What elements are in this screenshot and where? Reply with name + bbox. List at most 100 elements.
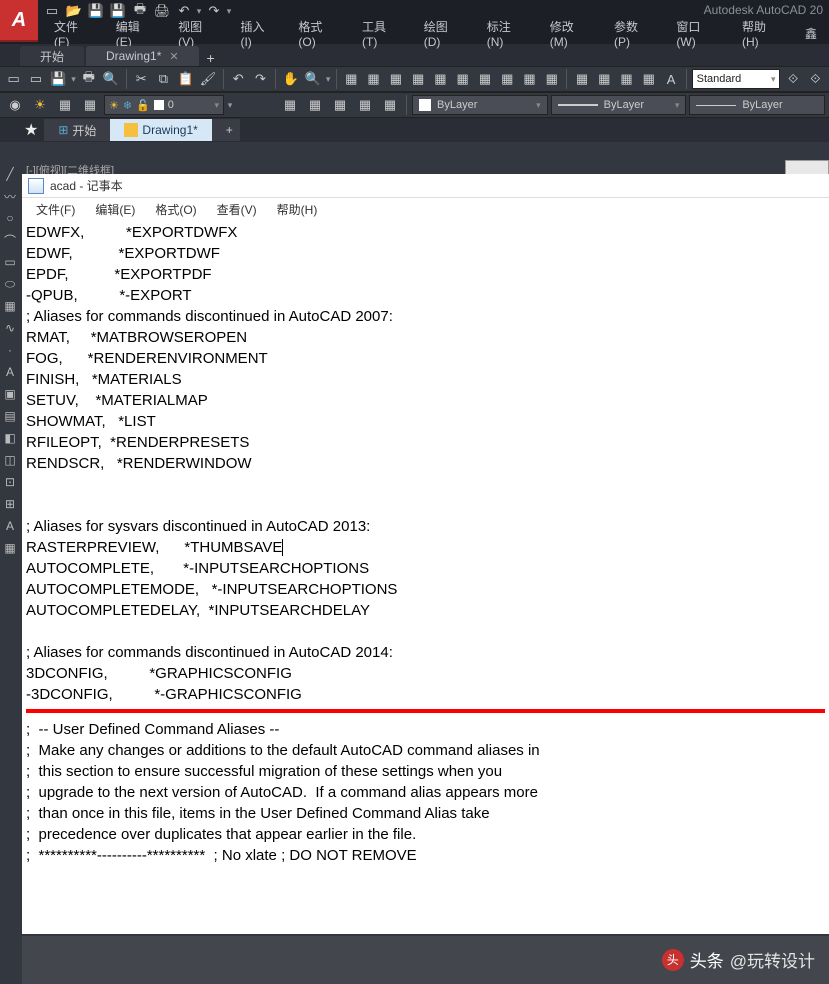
np-menu-format[interactable]: 格式(O) [145, 199, 206, 220]
text-line: AUTOCOMPLETE, *-INPUTSEARCHOPTIONS [26, 560, 369, 577]
zoom-dropdown[interactable]: ▾ [326, 68, 331, 90]
redo2-icon[interactable]: ↷ [251, 68, 270, 90]
tool15-icon[interactable]: A [661, 68, 680, 90]
menu-format[interactable]: 格式(O) [286, 16, 350, 51]
tool10-icon[interactable]: ▦ [542, 68, 561, 90]
tool15-icon[interactable]: ⊡ [0, 472, 20, 492]
tool16-icon[interactable]: ⊞ [0, 494, 20, 514]
np-menu-help[interactable]: 帮助(H) [267, 199, 328, 220]
menu-extra[interactable]: 鑫 [793, 23, 829, 44]
layer-tool1-icon[interactable]: ◉ [4, 94, 26, 116]
tool-end2-icon[interactable]: ⟐ [806, 68, 825, 90]
app-logo[interactable]: A [0, 0, 38, 42]
open-file-icon[interactable]: ▭ [26, 68, 45, 90]
bylayer-label: ByLayer [604, 99, 644, 111]
undo2-icon[interactable]: ↶ [229, 68, 248, 90]
tool7-icon[interactable]: ▦ [475, 68, 494, 90]
subtab-add[interactable]: + [212, 119, 240, 141]
copy-icon[interactable]: ⧉ [154, 68, 173, 90]
subtab-home-label: 开始 [72, 122, 96, 139]
text-tool-icon[interactable]: A [0, 362, 20, 382]
notepad-titlebar[interactable]: acad - 记事本 [22, 174, 829, 198]
tab-drawing1[interactable]: Drawing1*✕ [86, 46, 199, 66]
paste-icon[interactable]: 📋 [176, 68, 195, 90]
tool17-icon[interactable]: A [0, 516, 20, 536]
freeze-icon: ❄ [123, 99, 132, 112]
subtab-home[interactable]: ⊞开始 [44, 119, 110, 141]
line-tool-icon[interactable]: ╱ [0, 164, 20, 184]
layer-tool4-icon[interactable]: ▦ [79, 94, 101, 116]
menu-dimension[interactable]: 标注(N) [475, 16, 538, 51]
ltool1-icon[interactable]: ▦ [279, 94, 301, 116]
text-line: ; this section to ensure successful migr… [26, 763, 502, 780]
preview-icon[interactable]: 🔍 [101, 68, 120, 90]
layer-tool2-icon[interactable]: ☀ [29, 94, 51, 116]
text-line: RMAT, *MATBROWSEROPEN [26, 329, 247, 346]
pan-icon[interactable]: ✋ [281, 68, 300, 90]
linetype-bylayer-combo[interactable]: ByLayer▾ [551, 95, 687, 115]
hatch-tool-icon[interactable]: ▦ [0, 296, 20, 316]
text-line: -QPUB, *-EXPORT [26, 287, 192, 304]
new-file-icon[interactable]: ▭ [4, 68, 23, 90]
text-line-caret: RASTERPREVIEW, *THUMBSAVE [26, 539, 283, 556]
menu-help[interactable]: 帮助(H) [730, 16, 793, 51]
menu-window[interactable]: 窗口(W) [664, 16, 730, 51]
layer-combo[interactable]: ☀ ❄ 🔓 0 ▾ [104, 95, 224, 115]
star-icon[interactable]: ★ [24, 120, 38, 140]
block-tool-icon[interactable]: ▣ [0, 384, 20, 404]
layer-dropdown[interactable]: ▾ [227, 94, 233, 116]
region-tool-icon[interactable]: ◧ [0, 428, 20, 448]
print-button-icon[interactable]: 🖶 [79, 68, 98, 90]
tool8-icon[interactable]: ▦ [498, 68, 517, 90]
menu-modify[interactable]: 修改(M) [538, 16, 602, 51]
menu-insert[interactable]: 插入(I) [228, 16, 286, 51]
tool13-icon[interactable]: ▦ [617, 68, 636, 90]
tool14-icon[interactable]: ◫ [0, 450, 20, 470]
layer-tool3-icon[interactable]: ▦ [54, 94, 76, 116]
tool4-icon[interactable]: ▦ [409, 68, 428, 90]
tool9-icon[interactable]: ▦ [520, 68, 539, 90]
tool-end1-icon[interactable]: ⟐ [783, 68, 802, 90]
np-menu-edit[interactable]: 编辑(E) [85, 199, 145, 220]
tool11-icon[interactable]: ▦ [572, 68, 591, 90]
close-icon[interactable]: ✕ [169, 50, 178, 63]
tool5-icon[interactable]: ▦ [431, 68, 450, 90]
ltool4-icon[interactable]: ▦ [354, 94, 376, 116]
point-tool-icon[interactable]: · [0, 340, 20, 360]
text-style-combo[interactable]: Standard▾ [692, 69, 781, 89]
spline-tool-icon[interactable]: ∿ [0, 318, 20, 338]
save-file-icon[interactable]: 💾 [49, 68, 68, 90]
ellipse-tool-icon[interactable]: ⬭ [0, 274, 20, 294]
notepad-text-area[interactable]: EDWFX, *EXPORTDWFX EDWF, *EXPORTDWF EPDF… [22, 220, 829, 934]
zoom-icon[interactable]: 🔍 [303, 68, 322, 90]
polyline-tool-icon[interactable]: 〰 [0, 186, 20, 206]
color-bylayer-combo[interactable]: ByLayer▾ [412, 95, 548, 115]
np-menu-view[interactable]: 查看(V) [207, 199, 267, 220]
tab-add-button[interactable]: + [201, 50, 221, 66]
cut-icon[interactable]: ✂ [132, 68, 151, 90]
tool3-icon[interactable]: ▦ [386, 68, 405, 90]
np-menu-file[interactable]: 文件(F) [26, 199, 85, 220]
table-tool-icon[interactable]: ▤ [0, 406, 20, 426]
subtab-drawing[interactable]: Drawing1* [110, 119, 211, 141]
match-icon[interactable]: 🖌 [198, 68, 217, 90]
ltool5-icon[interactable]: ▦ [379, 94, 401, 116]
color-swatch [419, 99, 431, 111]
arc-tool-icon[interactable]: ⌒ [0, 230, 20, 250]
menu-parametric[interactable]: 参数(P) [602, 16, 664, 51]
tool12-icon[interactable]: ▦ [595, 68, 614, 90]
tool1-icon[interactable]: ▦ [342, 68, 361, 90]
ltool3-icon[interactable]: ▦ [329, 94, 351, 116]
ltool2-icon[interactable]: ▦ [304, 94, 326, 116]
tab-start[interactable]: 开始 [20, 46, 84, 66]
rect-tool-icon[interactable]: ▭ [0, 252, 20, 272]
tool6-icon[interactable]: ▦ [453, 68, 472, 90]
tool14-icon[interactable]: ▦ [639, 68, 658, 90]
lineweight-bylayer-combo[interactable]: ByLayer [689, 95, 825, 115]
save-dropdown[interactable]: ▾ [71, 68, 76, 90]
menu-tools[interactable]: 工具(T) [350, 16, 412, 51]
tool18-icon[interactable]: ▦ [0, 538, 20, 558]
tool2-icon[interactable]: ▦ [364, 68, 383, 90]
circle-tool-icon[interactable]: ○ [0, 208, 20, 228]
menu-draw[interactable]: 绘图(D) [412, 16, 475, 51]
